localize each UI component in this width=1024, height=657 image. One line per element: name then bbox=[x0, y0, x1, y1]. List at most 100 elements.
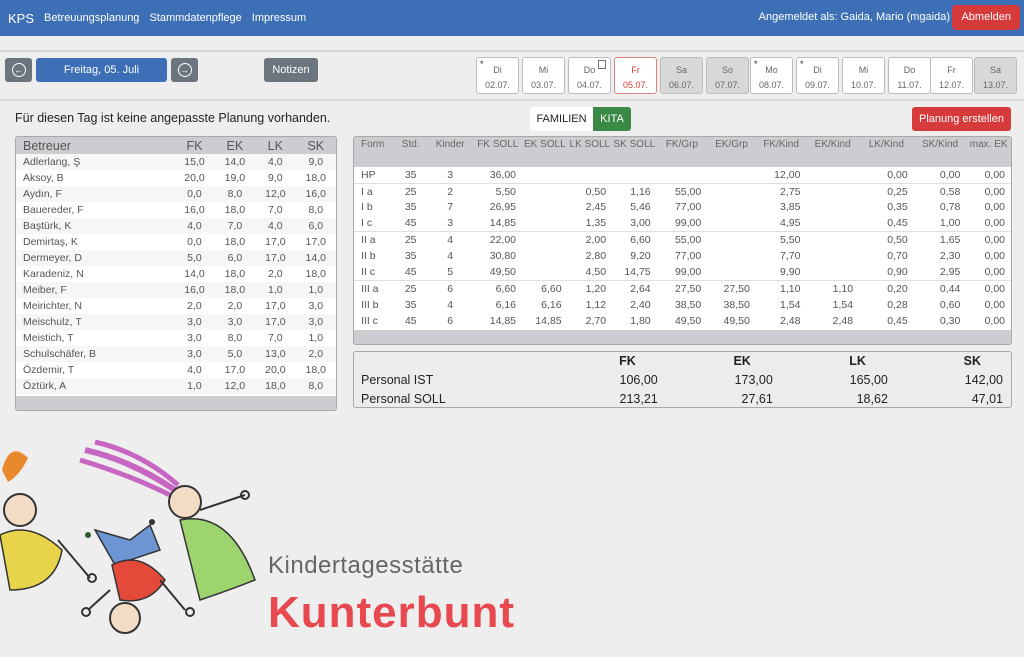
table-cell: 27,61 bbox=[741, 391, 773, 406]
summary-table: FK EK LK SK Personal IST 106,00 173,00 165,00 1… bbox=[354, 352, 1011, 407]
column-header[interactable]: SK SOLL bbox=[612, 137, 657, 167]
column-header[interactable]: FK bbox=[174, 137, 215, 154]
table-cell: 4 bbox=[426, 231, 474, 248]
toggle-kita[interactable]: KITA bbox=[593, 107, 631, 131]
column-header[interactable]: FK SOLL bbox=[473, 137, 523, 167]
column-header[interactable]: EK/Kind bbox=[806, 137, 860, 167]
table-row[interactable]: II b 35 4 30,80 2,80 9,20 77,00 7,70 0,70 2,30 0,0… bbox=[354, 248, 1011, 264]
column-header[interactable]: EK SOLL bbox=[522, 137, 568, 167]
brand[interactable]: KPS bbox=[8, 11, 34, 26]
betreuer-name: Baştürk, K bbox=[16, 218, 175, 234]
column-header[interactable]: SK/Kind bbox=[913, 137, 967, 167]
table-cell: 6,0 bbox=[295, 218, 336, 234]
day-button[interactable]: * Di 09.07. bbox=[796, 57, 839, 94]
column-header[interactable]: FK/Kind bbox=[755, 137, 807, 167]
table-row[interactable]: Karadeniz, N 14,0 18,0 2,0 18,0 bbox=[16, 266, 336, 282]
day-button[interactable]: Sa 13.07. bbox=[974, 57, 1017, 94]
table-cell: 0,00 bbox=[984, 265, 1005, 278]
table-row[interactable]: III b 35 4 6,16 6,16 1,12 2,40 38,50 38,50 1,54 1,… bbox=[354, 297, 1011, 313]
table-row[interactable]: I a 25 2 5,50 0,50 1,16 55,00 2,75 0,25 0,58 0,00 bbox=[354, 182, 1011, 200]
column-header[interactable]: max. EK bbox=[966, 137, 1011, 167]
table-row[interactable]: I b 35 7 26,95 2,45 5,46 77,00 3,85 0,35 0,78 0,00 bbox=[354, 199, 1011, 215]
table-cell bbox=[522, 199, 568, 215]
column-header[interactable]: Kinder bbox=[426, 137, 474, 167]
nav-link-stammdatenpflege[interactable]: Stammdatenpflege bbox=[149, 12, 241, 24]
column-header[interactable]: Form bbox=[354, 137, 395, 167]
table-cell: 0,35 bbox=[887, 201, 908, 214]
table-row[interactable]: II c 45 5 49,50 4,50 14,75 99,00 9,90 0,90 2,95 0,… bbox=[354, 264, 1011, 280]
table-row[interactable]: Meistich, T 3,0 8,0 7,0 1,0 bbox=[16, 330, 336, 346]
group-form: II b bbox=[361, 250, 376, 263]
current-date-button[interactable]: Freitag, 05. Juli bbox=[36, 58, 167, 82]
betreuer-table: Betreuer FK EK LK SK Adlerlang, Ş 15,0 14,0 4,0… bbox=[16, 137, 336, 394]
table-row[interactable]: Schulschäfer, B 3,0 5,0 13,0 2,0 bbox=[16, 346, 336, 362]
table-cell: 17,0 bbox=[265, 300, 286, 312]
day-name: Do bbox=[903, 65, 916, 75]
table-row[interactable]: Meiber, F 16,0 18,0 1,0 1,0 bbox=[16, 282, 336, 298]
column-header[interactable]: LK bbox=[255, 137, 296, 154]
day-button[interactable]: Mi 10.07. bbox=[842, 57, 885, 94]
day-button[interactable]: * Di 02.07. bbox=[476, 57, 519, 94]
column-header[interactable]: LK/Kind bbox=[859, 137, 914, 167]
table-row[interactable]: Bauereder, F 16,0 18,0 7,0 8,0 bbox=[16, 202, 336, 218]
day-name: Sa bbox=[675, 65, 687, 75]
column-header[interactable]: Betreuer bbox=[16, 137, 175, 154]
column-header[interactable]: Std. bbox=[394, 137, 427, 167]
day-button[interactable]: Fr 05.07. bbox=[614, 57, 657, 94]
column-header[interactable]: EK bbox=[214, 137, 256, 154]
table-cell: 18,0 bbox=[255, 378, 296, 394]
day-name: Mi bbox=[858, 65, 869, 75]
table-row[interactable]: Meischulz, T 3,0 3,0 17,0 3,0 bbox=[16, 314, 336, 330]
table-row[interactable]: Özdemir, T 4,0 17,0 20,0 18,0 bbox=[16, 362, 336, 378]
table-row[interactable]: Adlerlang, Ş 15,0 14,0 4,0 9,0 bbox=[16, 154, 336, 170]
table-cell: 47,01 bbox=[971, 391, 1003, 406]
day-button[interactable]: Do 04.07. bbox=[568, 57, 611, 94]
table-row[interactable]: Meirichter, N 2,0 2,0 17,0 3,0 bbox=[16, 298, 336, 314]
table-row[interactable]: II a 25 4 22,00 2,00 6,60 55,00 5,50 0,50 1,65 0,0… bbox=[354, 231, 1011, 248]
table-cell bbox=[806, 248, 859, 264]
table-cell: 6 bbox=[426, 279, 474, 297]
create-plan-button[interactable]: Planung erstellen bbox=[912, 107, 1011, 131]
horizontal-scrollbar[interactable] bbox=[16, 396, 336, 410]
table-cell: 55,00 bbox=[656, 182, 708, 200]
table-row[interactable]: Aydın, F 0,0 8,0 12,0 16,0 bbox=[16, 186, 336, 202]
table-row[interactable]: HP 35 3 36,00 12,00 0,00 0,00 0,00 bbox=[354, 167, 1011, 183]
column-header[interactable]: LK SOLL bbox=[567, 137, 613, 167]
nav-link-betreuungsplanung[interactable]: Betreuungsplanung bbox=[44, 12, 139, 24]
table-row: Personal SOLL 213,21 27,61 18,62 47,01 bbox=[354, 389, 1011, 407]
column-header[interactable]: SK bbox=[295, 137, 336, 154]
table-cell: 5 bbox=[447, 265, 454, 278]
day-button[interactable]: Sa 06.07. bbox=[660, 57, 703, 94]
next-day-button[interactable]: → bbox=[171, 58, 198, 82]
table-cell: 6,16 bbox=[541, 298, 562, 311]
table-row[interactable]: I c 45 3 14,85 1,35 3,00 99,00 4,95 0,45 1,00 0,00 bbox=[354, 216, 1011, 232]
day-button[interactable]: Do 11.07. bbox=[888, 57, 931, 94]
day-button[interactable]: Fr 12.07. bbox=[930, 57, 973, 94]
table-row[interactable]: III c 45 6 14,85 14,85 2,70 1,80 49,50 49,50 2,48… bbox=[354, 313, 1011, 329]
nav-link-impressum[interactable]: Impressum bbox=[252, 12, 306, 24]
table-cell: 18,0 bbox=[214, 282, 256, 298]
prev-day-button[interactable]: ← bbox=[5, 58, 32, 82]
day-button[interactable]: Mi 03.07. bbox=[522, 57, 565, 94]
table-row[interactable]: Demirtaş, K 0,0 18,0 17,0 17,0 bbox=[16, 234, 336, 250]
notes-button[interactable]: Notizen bbox=[264, 58, 318, 82]
table-cell: 0,00 bbox=[966, 279, 1011, 297]
table-row[interactable]: Baştürk, K 4,0 7,0 4,0 6,0 bbox=[16, 218, 336, 234]
day-button[interactable]: * Mo 08.07. bbox=[750, 57, 793, 94]
horizontal-scrollbar[interactable] bbox=[354, 330, 1011, 344]
table-cell: 7,70 bbox=[779, 250, 801, 263]
table-row[interactable]: Aksoy, B 20,0 19,0 9,0 18,0 bbox=[16, 170, 336, 186]
arrow-right-circle-icon: → bbox=[177, 63, 192, 77]
table-cell: 2,70 bbox=[585, 314, 607, 327]
table-row[interactable]: III a 25 6 6,60 6,60 1,20 2,64 27,50 27,50 1,10 1,… bbox=[354, 279, 1011, 297]
table-cell bbox=[707, 248, 756, 264]
logout-button[interactable]: Abmelden bbox=[952, 5, 1020, 30]
column-header[interactable]: FK/Grp bbox=[656, 137, 708, 167]
summary-panel: FK EK LK SK Personal IST 106,00 173,00 165,00 1… bbox=[353, 351, 1012, 408]
table-row[interactable]: Öztürk, A 1,0 12,0 18,0 8,0 bbox=[16, 378, 336, 394]
toggle-familien[interactable]: FAMILIEN bbox=[530, 107, 593, 131]
day-name: So bbox=[721, 65, 733, 75]
column-header[interactable]: EK/Grp bbox=[707, 137, 756, 167]
day-button[interactable]: So 07.07. bbox=[706, 57, 749, 94]
table-row[interactable]: Dermeyer, D 5,0 6,0 17,0 14,0 bbox=[16, 250, 336, 266]
